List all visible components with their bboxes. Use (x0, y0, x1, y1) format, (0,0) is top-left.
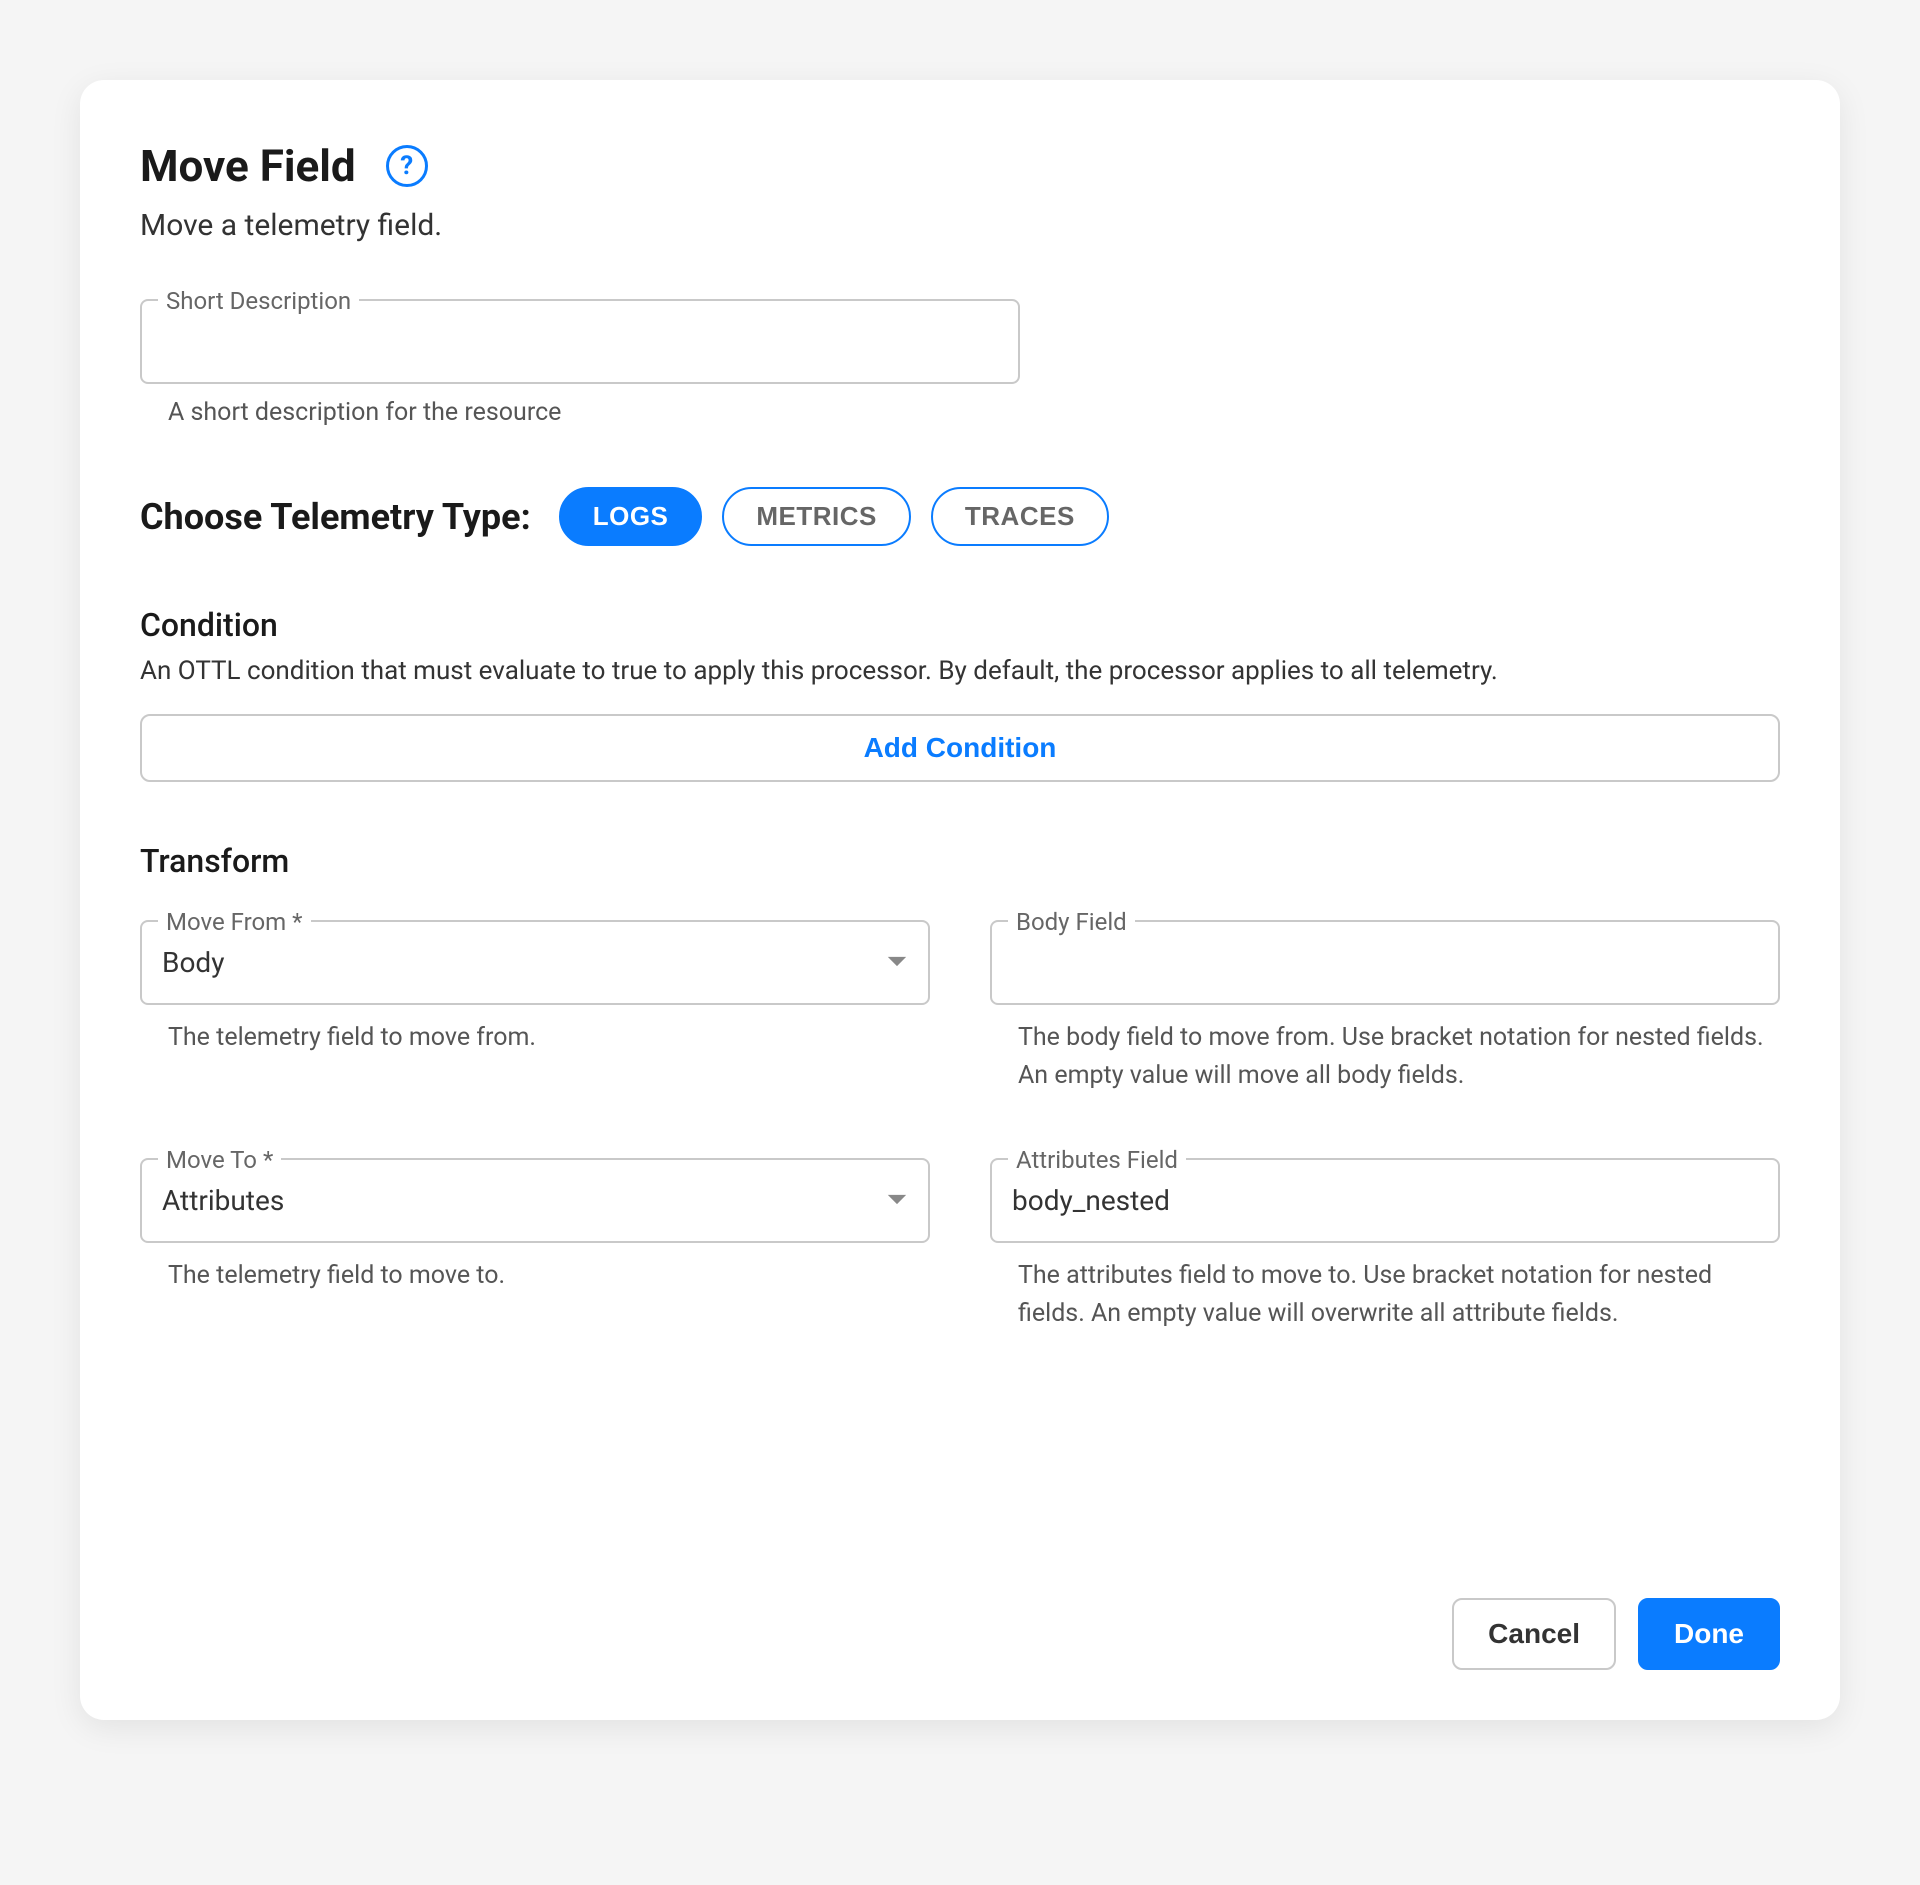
body-field-helper: The body field to move from. Use bracket… (1018, 1019, 1780, 1094)
dialog-footer: Cancel Done (140, 1558, 1780, 1670)
done-button[interactable]: Done (1638, 1598, 1780, 1670)
body-field-label: Body Field (1008, 908, 1135, 936)
condition-title: Condition (140, 606, 1780, 644)
move-to-cell: Move To * The telemetry field to move to… (140, 1158, 930, 1332)
telemetry-chip-traces[interactable]: TRACES (931, 487, 1109, 546)
condition-description: An OTTL condition that must evaluate to … (140, 656, 1780, 686)
move-from-label: Move From * (158, 908, 311, 936)
dialog-title: Move Field (140, 140, 356, 192)
telemetry-chip-logs[interactable]: LOGS (559, 487, 703, 546)
telemetry-type-label: Choose Telemetry Type: (140, 496, 531, 538)
transform-title: Transform (140, 842, 1780, 880)
move-field-dialog: Move Field ? Move a telemetry field. Sho… (80, 80, 1840, 1720)
attributes-field-label: Attributes Field (1008, 1146, 1186, 1174)
body-field-cell: Body Field The body field to move from. … (990, 920, 1780, 1094)
attributes-field-helper: The attributes field to move to. Use bra… (1018, 1257, 1780, 1332)
dialog-subtitle: Move a telemetry field. (140, 208, 1780, 243)
dialog-header: Move Field ? (140, 140, 1780, 192)
transform-grid: Move From * The telemetry field to move … (140, 920, 1780, 1332)
cancel-button[interactable]: Cancel (1452, 1598, 1616, 1670)
telemetry-chip-group: LOGS METRICS TRACES (559, 487, 1109, 546)
move-to-helper: The telemetry field to move to. (168, 1257, 930, 1295)
telemetry-type-row: Choose Telemetry Type: LOGS METRICS TRAC… (140, 487, 1780, 546)
move-from-helper: The telemetry field to move from. (168, 1019, 930, 1057)
add-condition-button[interactable]: Add Condition (140, 714, 1780, 782)
attributes-field-cell: Attributes Field The attributes field to… (990, 1158, 1780, 1332)
short-description-group: Short Description A short description fo… (140, 299, 1780, 427)
telemetry-chip-metrics[interactable]: METRICS (722, 487, 911, 546)
short-description-label: Short Description (158, 287, 359, 315)
move-to-label: Move To * (158, 1146, 281, 1174)
move-from-cell: Move From * The telemetry field to move … (140, 920, 930, 1094)
short-description-helper: A short description for the resource (168, 398, 1780, 427)
help-icon[interactable]: ? (386, 145, 428, 187)
